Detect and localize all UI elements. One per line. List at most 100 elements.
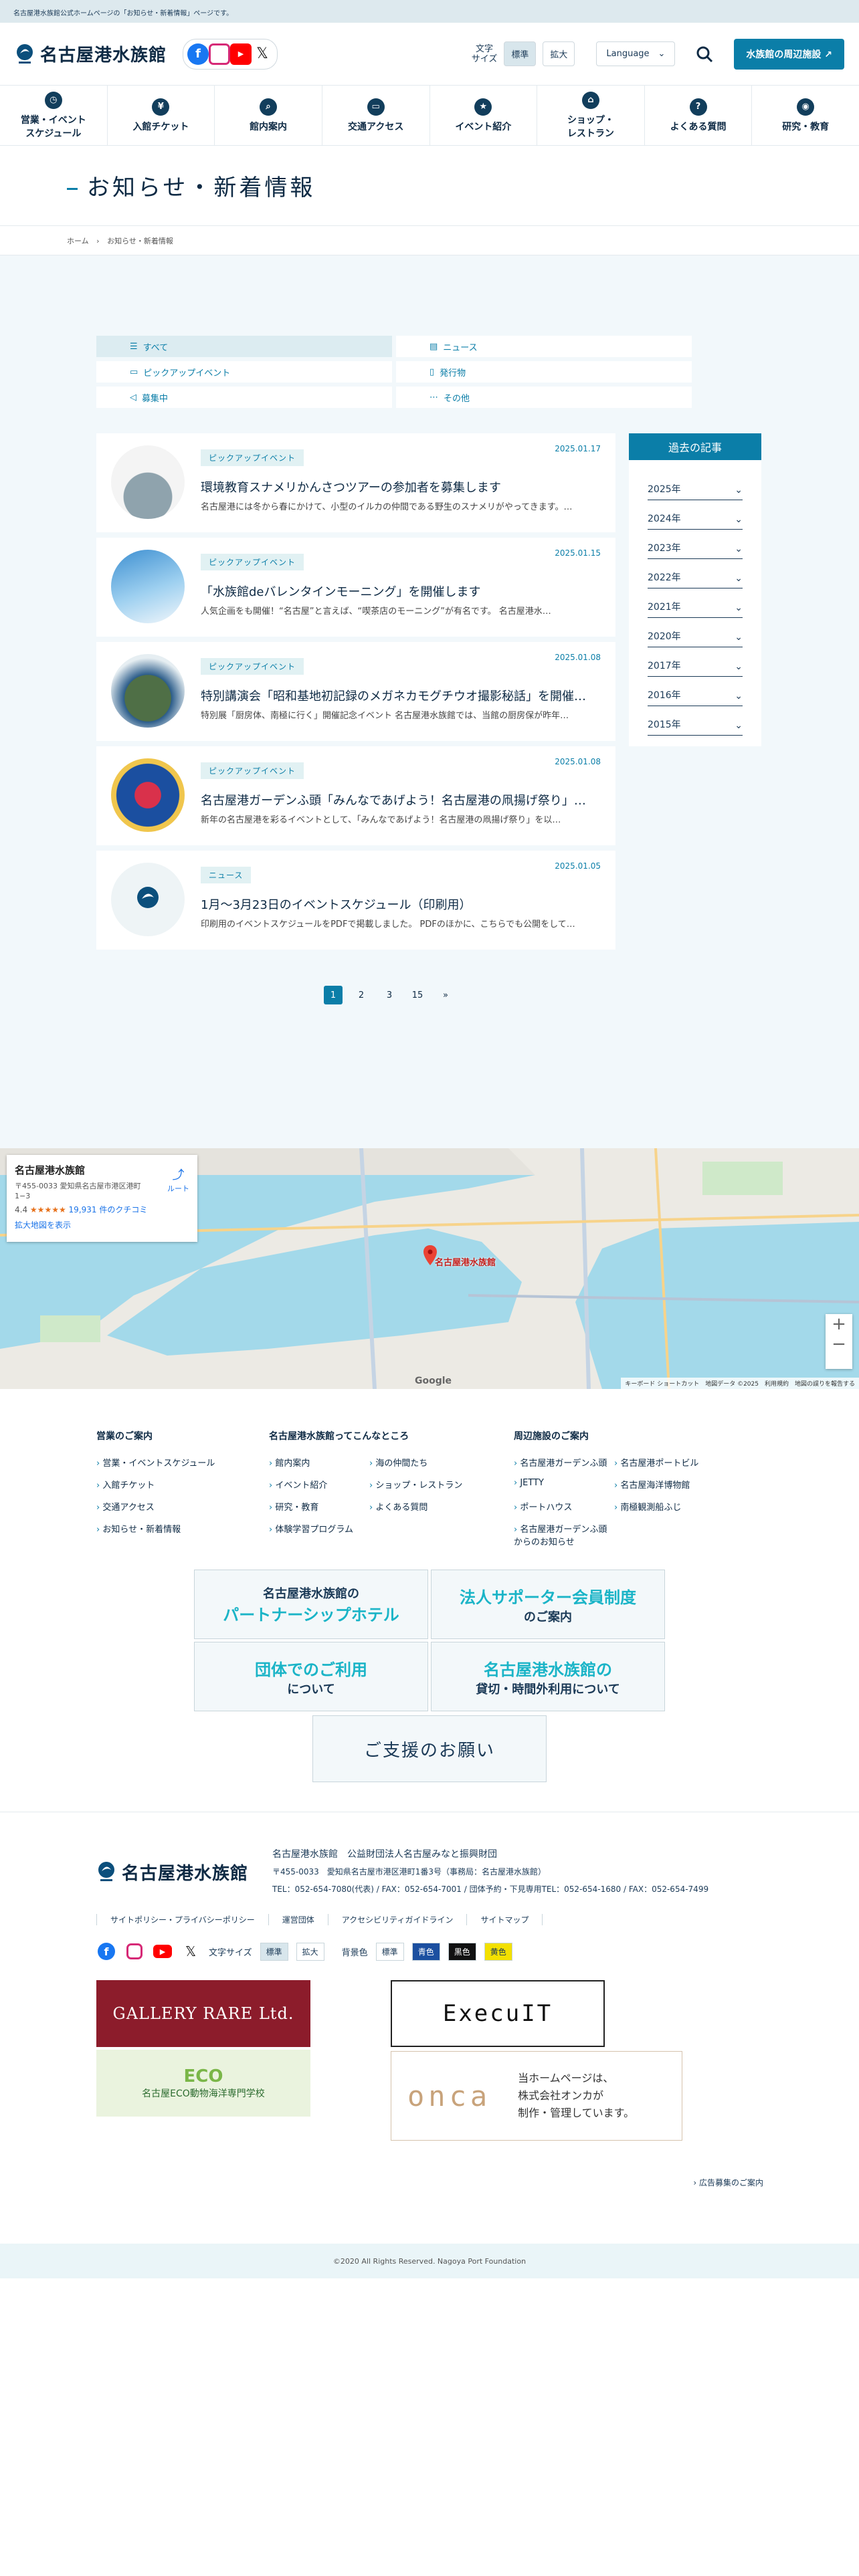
archive-year-item[interactable]: 2016年 ⌄ <box>648 677 743 706</box>
search-icon[interactable] <box>691 41 718 68</box>
article-thumbnail[interactable] <box>111 863 185 936</box>
font-size-standard-button[interactable]: 標準 <box>504 41 537 66</box>
filter-5[interactable]: ◁ 募集中 <box>96 387 392 408</box>
bg-yellow-button[interactable]: 黄色 <box>484 1942 512 1961</box>
archive-year-item[interactable]: 2017年 ⌄ <box>648 647 743 677</box>
article-item[interactable]: ピックアップイベント 特別講演会「昭和基地初記録のメガネカモグチウオ撮影秘話」を開… <box>96 642 615 741</box>
page-link[interactable]: 2 <box>352 986 371 1004</box>
footer-nav-link[interactable]: 名古屋港ガーデンふ頭 <box>514 1456 614 1469</box>
article-item[interactable]: ピックアップイベント 環境教育スナメリかんさつツアーの参加者を募集します 名古屋港に… <box>96 433 615 532</box>
article-title[interactable]: 環境教育スナメリかんさつツアーの参加者を募集します <box>201 478 602 496</box>
google-map[interactable]: 名古屋港水族館 〒455-0033 愛知県名古屋市港区港町 1−3 4.4 ★★… <box>0 1148 859 1389</box>
article-thumbnail[interactable] <box>111 445 185 519</box>
footer-nav-link[interactable]: 名古屋海洋博物館 <box>614 1478 714 1491</box>
gnav-item-8[interactable]: ◉ 研究・教育 <box>752 86 859 145</box>
zoom-out-icon[interactable]: − <box>826 1334 852 1354</box>
gnav-item-5[interactable]: ★ イベント紹介 <box>430 86 538 145</box>
footer-nav-link[interactable]: JETTY <box>514 1478 614 1491</box>
archive-year-item[interactable]: 2020年 ⌄ <box>648 618 743 647</box>
banner-item[interactable]: 名古屋港水族館の 貸切・時間外利用について <box>431 1642 665 1711</box>
filter-2[interactable]: ▤ ニュース <box>396 336 692 357</box>
site-logo[interactable]: 名古屋港水族館 <box>15 41 167 66</box>
bg-black-button[interactable]: 黒色 <box>448 1942 476 1961</box>
footer-nav-link[interactable]: イベント紹介 <box>269 1478 369 1491</box>
support-banner[interactable]: ご支援のお願い <box>312 1715 547 1782</box>
banner-item[interactable]: 法人サポーター会員制度 のご案内 <box>431 1570 665 1639</box>
youtube-icon[interactable]: ▶ <box>153 1941 173 1961</box>
filter-4[interactable]: ▯ 発行物 <box>396 361 692 383</box>
instagram-icon[interactable] <box>124 1941 145 1961</box>
page-link[interactable]: » <box>436 986 455 1004</box>
page-link[interactable]: 15 <box>408 986 427 1004</box>
instagram-icon[interactable] <box>209 43 231 65</box>
article-thumbnail[interactable] <box>111 654 185 728</box>
filter-6[interactable]: ⋯ その他 <box>396 387 692 408</box>
article-title[interactable]: 1月〜3月23日のイベントスケジュール（印刷用） <box>201 895 602 913</box>
font-size-large-button[interactable]: 拡大 <box>543 41 575 66</box>
footer-link[interactable]: サイトマップ <box>466 1914 543 1925</box>
archive-year-item[interactable]: 2025年 ⌄ <box>648 471 743 500</box>
footer-nav-link[interactable]: 南極観測船ふじ <box>614 1500 714 1513</box>
archive-year-item[interactable]: 2015年 ⌄ <box>648 706 743 736</box>
footer-logo[interactable]: 名古屋港水族館 <box>96 1846 248 1898</box>
footer-font-standard-button[interactable]: 標準 <box>260 1942 288 1961</box>
article-title[interactable]: 特別講演会「昭和基地初記録のメガネカモグチウオ撮影秘話」を開催… <box>201 687 602 704</box>
footer-nav-link[interactable]: 名古屋港ガーデンふ頭からのお知らせ <box>514 1522 614 1547</box>
footer-nav-link[interactable]: 海の仲間たち <box>369 1456 470 1469</box>
page-link[interactable]: 1 <box>324 986 343 1004</box>
footer-nav-link[interactable]: 交通アクセス <box>96 1500 269 1513</box>
footer-link[interactable]: アクセシビリティガイドライン <box>327 1914 467 1925</box>
ad-onca[interactable]: onca 当ホームページは、 株式会社オンカが 制作・管理しています。 <box>391 2051 682 2141</box>
x-icon[interactable]: 𝕏 <box>252 43 273 65</box>
bg-blue-button[interactable]: 青色 <box>411 1942 440 1961</box>
archive-year-item[interactable]: 2023年 ⌄ <box>648 530 743 559</box>
article-thumbnail[interactable] <box>111 550 185 623</box>
article-item[interactable]: ピックアップイベント 「水族館deバレンタインモーニング」を開催します 人気企画をも… <box>96 538 615 637</box>
article-item[interactable]: ニュース 1月〜3月23日のイベントスケジュール（印刷用） 印刷用のイベントスケジュ… <box>96 851 615 950</box>
archive-year-item[interactable]: 2021年 ⌄ <box>648 588 743 618</box>
article-thumbnail[interactable] <box>111 758 185 832</box>
gnav-item-2[interactable]: ¥ 入館チケット <box>108 86 215 145</box>
gnav-item-1[interactable]: ◷ 営業・イベント スケジュール <box>0 86 108 145</box>
language-select[interactable]: Language ⌄ <box>596 41 676 66</box>
zoom-in-icon[interactable]: + <box>826 1314 852 1334</box>
footer-link[interactable]: 運営団体 <box>268 1914 328 1925</box>
map-expand-link[interactable]: 拡大地図を表示 <box>15 1219 189 1230</box>
gnav-item-4[interactable]: ▭ 交通アクセス <box>322 86 430 145</box>
ad-recruit-link[interactable]: › 広告募集のご案内 <box>693 2177 763 2188</box>
banner-item[interactable]: 団体でのご利用 について <box>194 1642 428 1711</box>
filter-3[interactable]: ▭ ピックアップイベント <box>96 361 392 383</box>
x-icon[interactable]: 𝕏 <box>181 1941 201 1961</box>
article-item[interactable]: ピックアップイベント 名古屋港ガーデンふ頭「みんなであげよう！名古屋港の凧揚げ祭り… <box>96 746 615 845</box>
gnav-item-6[interactable]: ⌂ ショップ・ レストラン <box>537 86 645 145</box>
footer-nav-link[interactable]: 研究・教育 <box>269 1500 369 1513</box>
map-zoom-controls[interactable]: + − <box>826 1314 852 1369</box>
footer-nav-link[interactable]: 営業・イベントスケジュール <box>96 1456 269 1469</box>
breadcrumb-home[interactable]: ホーム <box>67 237 89 245</box>
bg-standard-button[interactable]: 標準 <box>375 1942 404 1961</box>
footer-font-large-button[interactable]: 拡大 <box>296 1942 324 1961</box>
footer-link[interactable]: サイトポリシー・プライバシーポリシー <box>96 1914 268 1925</box>
footer-nav-link[interactable]: ショップ・レストラン <box>369 1478 470 1491</box>
footer-nav-link[interactable]: よくある質問 <box>369 1500 470 1513</box>
nearby-facilities-button[interactable]: 水族館の周辺施設 ↗ <box>734 38 844 70</box>
ad-execuit[interactable]: ExecuIT <box>391 1980 605 2047</box>
page-link[interactable]: 3 <box>380 986 399 1004</box>
footer-nav-link[interactable]: 館内案内 <box>269 1456 369 1469</box>
footer-nav-link[interactable]: ポートハウス <box>514 1500 614 1513</box>
footer-nav-link[interactable]: 体験学習プログラム <box>269 1522 369 1535</box>
map-route-button[interactable]: ⤴ ルート <box>167 1166 189 1194</box>
ad-gallery-rare[interactable]: GALLERY RARE Ltd. <box>96 1980 310 2047</box>
gnav-item-3[interactable]: ⌕ 館内案内 <box>215 86 322 145</box>
footer-nav-link[interactable]: 入館チケット <box>96 1478 269 1491</box>
article-title[interactable]: 名古屋港ガーデンふ頭「みんなであげよう！名古屋港の凧揚げ祭り」… <box>201 791 602 809</box>
archive-year-item[interactable]: 2024年 ⌄ <box>648 500 743 530</box>
ad-eco-school[interactable]: ECO 名古屋ECO動物海洋専門学校 <box>96 2050 310 2117</box>
article-title[interactable]: 「水族館deバレンタインモーニング」を開催します <box>201 582 602 600</box>
archive-year-item[interactable]: 2022年 ⌄ <box>648 559 743 588</box>
facebook-icon[interactable]: f <box>96 1941 116 1961</box>
gnav-item-7[interactable]: ? よくある質問 <box>645 86 753 145</box>
facebook-icon[interactable]: f <box>187 43 209 65</box>
footer-nav-link[interactable]: 名古屋港ポートビル <box>614 1456 714 1469</box>
banner-item[interactable]: 名古屋港水族館の パートナーシップホテル <box>194 1570 428 1639</box>
